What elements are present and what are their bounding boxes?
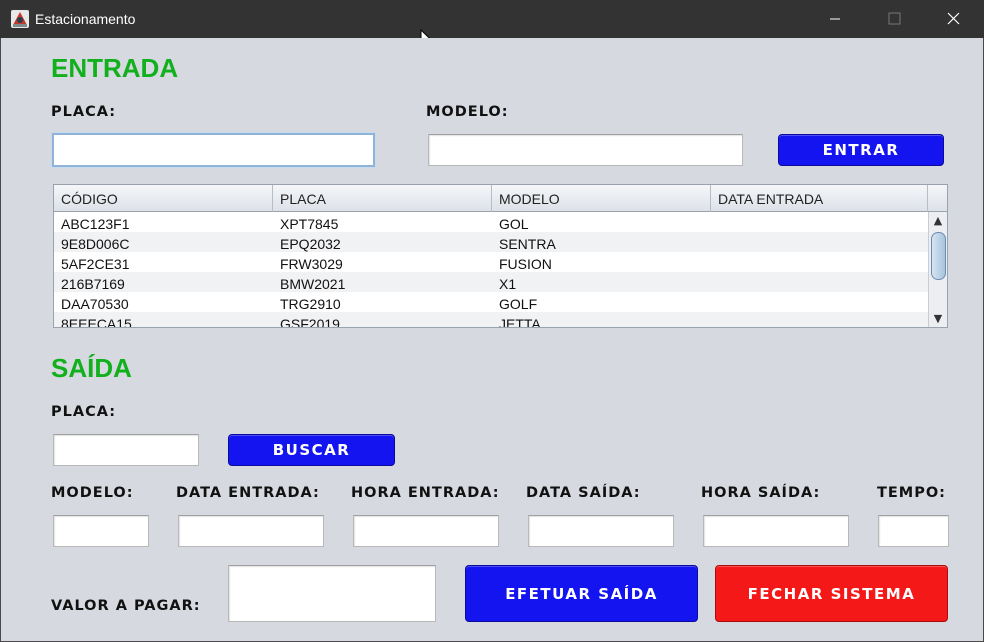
scroll-up-arrow-icon[interactable]: ▲ bbox=[929, 213, 947, 229]
fechar-sistema-button[interactable]: FECHAR SISTEMA bbox=[715, 565, 948, 622]
column-header-data-entrada[interactable]: DATA ENTRADA bbox=[711, 185, 928, 212]
table-cell: EPQ2032 bbox=[280, 236, 341, 252]
table-row[interactable]: DAA70530 TRG2910 GOLF bbox=[54, 292, 928, 312]
table-cell: TRG2910 bbox=[280, 296, 341, 312]
table-row[interactable]: 216B7169 BMW2021 X1 bbox=[54, 272, 928, 292]
saida-tempo-input[interactable] bbox=[879, 516, 948, 546]
column-header-modelo[interactable]: MODELO bbox=[492, 185, 711, 212]
entrada-placa-input[interactable] bbox=[54, 135, 373, 165]
saida-placa-field[interactable] bbox=[53, 434, 199, 466]
saida-modelo-label: MODELO: bbox=[51, 485, 134, 501]
maximize-icon bbox=[888, 12, 901, 25]
column-header-placa[interactable]: PLACA bbox=[273, 185, 492, 212]
saida-hora-saida-label: HORA SAÍDA: bbox=[701, 485, 821, 501]
table-cell bbox=[711, 272, 928, 292]
table-cell bbox=[711, 212, 928, 232]
entrada-placa-field[interactable] bbox=[52, 133, 375, 167]
table-cell: BMW2021 bbox=[280, 276, 346, 292]
table-cell: GOL bbox=[499, 216, 529, 232]
saida-placa-input[interactable] bbox=[54, 435, 198, 465]
column-header-codigo[interactable]: CÓDIGO bbox=[54, 185, 273, 212]
table-cell: GOLF bbox=[499, 296, 538, 312]
saida-hora-entrada-label: HORA ENTRADA: bbox=[351, 485, 500, 501]
title-bar: Estacionamento bbox=[0, 0, 984, 48]
table-cell bbox=[711, 232, 928, 252]
app-icon bbox=[11, 10, 29, 28]
minimize-button[interactable] bbox=[812, 0, 858, 38]
saida-title: SAÍDA bbox=[51, 353, 132, 383]
table-cell: FRW3029 bbox=[280, 256, 343, 272]
table-cell: 9E8D006C bbox=[61, 236, 130, 252]
table-cell: DAA70530 bbox=[61, 296, 129, 312]
valor-a-pagar-input[interactable] bbox=[229, 566, 435, 621]
valor-a-pagar-field[interactable] bbox=[228, 565, 436, 622]
entrada-modelo-input[interactable] bbox=[429, 135, 742, 165]
table-cell: 5AF2CE31 bbox=[61, 256, 130, 272]
close-icon bbox=[947, 12, 960, 25]
saida-modelo-input[interactable] bbox=[54, 516, 148, 546]
entrada-modelo-label: MODELO: bbox=[426, 104, 509, 120]
column-header-corner bbox=[928, 185, 947, 212]
table-cell: X1 bbox=[499, 276, 517, 292]
table-cell: GSF2019 bbox=[280, 316, 340, 328]
saida-data-saida-field[interactable] bbox=[528, 515, 674, 547]
table-row[interactable]: ABC123F1 XPT7845 GOL bbox=[54, 212, 928, 232]
saida-hora-entrada-field[interactable] bbox=[353, 515, 499, 547]
table-row[interactable]: 5AF2CE31 FRW3029 FUSION bbox=[54, 252, 928, 272]
table-row[interactable]: 8EEECA15 GSF2019 JETTA bbox=[54, 312, 928, 328]
buscar-button[interactable]: BUSCAR bbox=[228, 434, 395, 466]
table-cell: SENTRA bbox=[499, 236, 556, 252]
saida-placa-label: PLACA: bbox=[51, 404, 117, 420]
table-cell: FUSION bbox=[499, 256, 552, 272]
table-cell bbox=[711, 312, 928, 327]
saida-tempo-label: TEMPO: bbox=[877, 485, 946, 501]
scrollbar-thumb[interactable] bbox=[931, 232, 946, 280]
saida-hora-entrada-input[interactable] bbox=[354, 516, 498, 546]
minimize-icon bbox=[830, 18, 840, 20]
saida-hora-saida-field[interactable] bbox=[703, 515, 849, 547]
saida-data-saida-label: DATA SAÍDA: bbox=[526, 485, 641, 501]
table-cell: JETTA bbox=[499, 316, 541, 328]
saida-data-entrada-input[interactable] bbox=[179, 516, 323, 546]
table-row[interactable]: 9E8D006C EPQ2032 SENTRA bbox=[54, 232, 928, 252]
table-cell: 216B7169 bbox=[61, 276, 125, 292]
entrada-placa-label: PLACA: bbox=[51, 104, 117, 120]
table-cell bbox=[711, 292, 928, 312]
maximize-button[interactable] bbox=[872, 0, 918, 38]
entrada-modelo-field[interactable] bbox=[428, 134, 743, 166]
table-body: ABC123F1 XPT7845 GOL 9E8D006C EPQ2032 SE… bbox=[54, 212, 928, 328]
saida-tempo-field[interactable] bbox=[878, 515, 949, 547]
saida-data-entrada-label: DATA ENTRADA: bbox=[176, 485, 320, 501]
valor-a-pagar-label: VALOR A PAGAR: bbox=[51, 598, 201, 614]
saida-modelo-field[interactable] bbox=[53, 515, 149, 547]
table-cell: ABC123F1 bbox=[61, 216, 130, 232]
saida-data-saida-input[interactable] bbox=[529, 516, 673, 546]
entrada-title: ENTRADA bbox=[51, 53, 179, 83]
table-scrollbar[interactable]: ▲ ▼ bbox=[928, 212, 947, 327]
close-button[interactable] bbox=[930, 0, 976, 38]
table-header: CÓDIGO PLACA MODELO DATA ENTRADA bbox=[54, 185, 947, 212]
table-cell bbox=[711, 252, 928, 272]
vehicles-table: CÓDIGO PLACA MODELO DATA ENTRADA ABC123F… bbox=[53, 184, 948, 328]
entrar-button[interactable]: ENTRAR bbox=[778, 134, 944, 166]
window-title: Estacionamento bbox=[35, 11, 136, 27]
window-body bbox=[0, 38, 984, 642]
table-cell: 8EEECA15 bbox=[61, 316, 132, 328]
table-cell: XPT7845 bbox=[280, 216, 339, 232]
saida-data-entrada-field[interactable] bbox=[178, 515, 324, 547]
scroll-down-arrow-icon[interactable]: ▼ bbox=[929, 311, 947, 327]
efetuar-saida-button[interactable]: EFETUAR SAÍDA bbox=[465, 565, 698, 622]
saida-hora-saida-input[interactable] bbox=[704, 516, 848, 546]
